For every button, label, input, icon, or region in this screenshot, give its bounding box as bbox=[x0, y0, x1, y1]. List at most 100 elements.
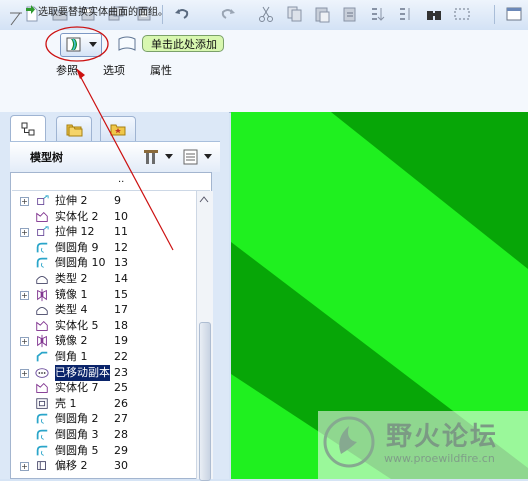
round-icon bbox=[36, 429, 48, 440]
tab-favorites[interactable] bbox=[100, 116, 136, 141]
tab-references[interactable]: 参照 bbox=[56, 62, 78, 78]
tree-item[interactable]: 倒圆角 9 12 bbox=[12, 240, 197, 256]
tree-item[interactable]: 实体化 2 10 bbox=[12, 209, 197, 225]
chamfer-icon bbox=[36, 351, 48, 362]
tree-item-label: 实体化 7 bbox=[55, 381, 99, 395]
tree-column-label: .. bbox=[118, 174, 125, 185]
quilt-icon[interactable] bbox=[116, 34, 138, 54]
expand-icon[interactable]: + bbox=[20, 337, 29, 347]
paste-icon[interactable] bbox=[312, 4, 332, 24]
mirror-icon bbox=[37, 335, 47, 348]
select-box-icon[interactable] bbox=[452, 4, 472, 24]
tree-item[interactable]: 倒角 1 22 bbox=[12, 349, 197, 365]
tree-item-label: 倒圆角 3 bbox=[55, 428, 99, 441]
tree-item[interactable]: 倒圆角 3 28 bbox=[12, 427, 197, 443]
tree-item-id: 14 bbox=[114, 272, 128, 285]
tree-settings-dropdown-icon[interactable] bbox=[165, 154, 173, 160]
tree-item-label: 镜像 2 bbox=[55, 334, 88, 348]
tree-item[interactable]: + 拉伸 12 11 bbox=[12, 224, 197, 240]
tree-item[interactable]: + 镜像 2 19 bbox=[12, 333, 197, 349]
round-icon bbox=[36, 445, 48, 456]
tree-item-label: 倒圆角 10 bbox=[55, 256, 106, 270]
tree-item-id: 11 bbox=[114, 225, 128, 239]
tree-item-label: 实体化 5 bbox=[55, 318, 99, 332]
tab-options[interactable]: 选项 bbox=[103, 62, 125, 78]
round-icon bbox=[36, 258, 48, 269]
paste-special-icon[interactable] bbox=[340, 4, 360, 24]
scrollbar-thumb[interactable] bbox=[199, 322, 211, 481]
expand-icon[interactable]: + bbox=[20, 228, 29, 238]
tree-item-label: 偏移 2 bbox=[55, 459, 88, 473]
copy-icon[interactable] bbox=[284, 4, 304, 24]
round-icon bbox=[36, 242, 48, 253]
model-tree-icon bbox=[21, 122, 35, 136]
expand-icon[interactable]: + bbox=[20, 197, 29, 206]
tree-item-id: 15 bbox=[114, 287, 128, 301]
window-icon[interactable] bbox=[504, 4, 524, 24]
expand-icon[interactable]: + bbox=[20, 368, 29, 378]
tree-item-id: 17 bbox=[114, 303, 128, 317]
prompt-message: 选取要替换实体曲面的面组。 bbox=[38, 7, 168, 18]
show-columns-icon[interactable] bbox=[182, 148, 200, 166]
undo-icon[interactable] bbox=[172, 4, 192, 24]
type-icon bbox=[36, 275, 48, 284]
tree-item-id: 23 bbox=[114, 365, 128, 379]
mirror-icon bbox=[37, 288, 47, 301]
redo-icon[interactable] bbox=[218, 4, 238, 24]
prompt-arrow-icon bbox=[26, 5, 35, 14]
type-icon bbox=[36, 307, 48, 315]
solidify-icon bbox=[36, 211, 48, 222]
tree-item-label: 镜像 1 bbox=[55, 287, 88, 301]
tree-item[interactable]: 倒圆角 2 27 bbox=[12, 411, 197, 427]
extrude-icon bbox=[37, 195, 49, 205]
tree-item-id: 25 bbox=[114, 381, 128, 395]
tree-item-id: 10 bbox=[114, 209, 128, 223]
find-icon[interactable] bbox=[424, 4, 444, 24]
tree-item-label: 倒角 1 bbox=[55, 350, 88, 363]
show-dropdown-icon[interactable] bbox=[204, 154, 212, 160]
tree-column-header bbox=[12, 174, 210, 191]
tree-item[interactable]: 实体化 5 18 bbox=[12, 318, 197, 334]
tree-item[interactable]: 类型 4 17 bbox=[12, 302, 197, 318]
tree-item[interactable]: + 偏移 2 30 bbox=[12, 458, 197, 474]
folder-icon bbox=[66, 124, 83, 137]
tree-settings-icon[interactable] bbox=[143, 148, 163, 166]
watermark-url: www.proewildfire.cn bbox=[384, 452, 495, 465]
tab-model-tree[interactable] bbox=[10, 115, 46, 142]
tree-item-id: 9 bbox=[114, 194, 121, 207]
annotation-ellipse bbox=[45, 26, 109, 62]
expand-icon[interactable]: + bbox=[20, 462, 29, 472]
tree-item-id: 29 bbox=[114, 443, 128, 457]
tree-item-label: 倒圆角 9 bbox=[55, 240, 99, 254]
regenerate-icon[interactable] bbox=[368, 4, 388, 24]
favorites-icon bbox=[110, 124, 126, 136]
solidify-icon bbox=[36, 383, 48, 393]
surface-collector[interactable]: 单击此处添加 bbox=[142, 35, 224, 52]
tree-item-id: 12 bbox=[114, 240, 128, 254]
forum-logo-icon bbox=[323, 416, 375, 468]
tree-item[interactable]: + 拉伸 2 9 bbox=[12, 193, 197, 209]
tree-item[interactable]: 类型 2 14 bbox=[12, 271, 197, 287]
tab-properties[interactable]: 属性 bbox=[150, 62, 172, 78]
tree-item-id: 30 bbox=[114, 459, 128, 473]
regen-manager-icon[interactable] bbox=[396, 4, 416, 24]
tree-item-label: 拉伸 12 bbox=[55, 225, 95, 239]
tree-item[interactable]: 壳 1 26 bbox=[12, 396, 197, 412]
cut-icon[interactable] bbox=[256, 4, 276, 24]
tree-item[interactable]: 实体化 7 25 bbox=[12, 380, 197, 396]
tree-item[interactable]: + 已移动副本 23 bbox=[12, 364, 197, 381]
tree-item[interactable]: 倒圆角 10 13 bbox=[12, 255, 197, 271]
tree-item[interactable]: 倒圆角 5 29 bbox=[12, 443, 197, 459]
tree-item-label: 倒圆角 5 bbox=[55, 443, 99, 457]
model-tree-title: 模型树 bbox=[30, 151, 63, 164]
tree-item-id: 28 bbox=[114, 428, 128, 441]
offset-icon bbox=[37, 461, 46, 471]
tree-item[interactable]: + 镜像 1 15 bbox=[12, 287, 197, 303]
tree-item-label: 实体化 2 bbox=[55, 209, 99, 223]
tab-folder-browser[interactable] bbox=[56, 116, 92, 141]
tree-item-id: 19 bbox=[114, 334, 128, 348]
round-icon bbox=[36, 414, 48, 425]
scroll-up-icon[interactable] bbox=[199, 195, 209, 203]
extrude-icon bbox=[37, 226, 49, 237]
expand-icon[interactable]: + bbox=[20, 290, 29, 300]
